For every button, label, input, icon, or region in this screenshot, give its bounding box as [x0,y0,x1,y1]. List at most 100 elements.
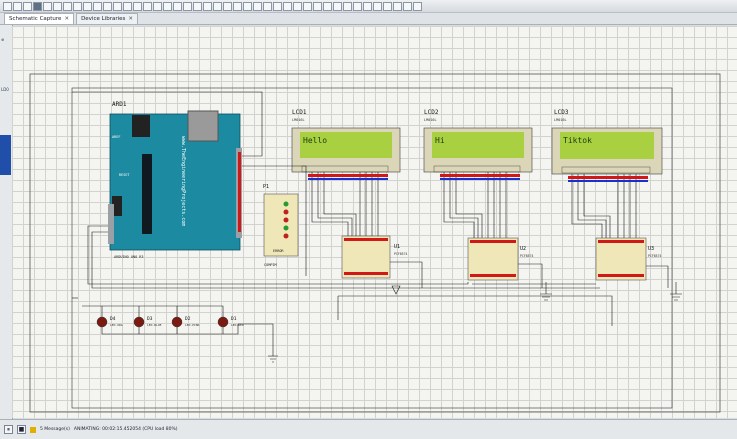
mcu-chip [142,154,152,234]
power-jack [187,110,219,142]
block-copy-icon[interactable] [243,1,252,11]
ic-part: PCF8574 [394,252,408,256]
close-icon[interactable]: ✕ [64,16,69,22]
pick-device-icon[interactable] [283,1,292,11]
aref-label: AREF [112,135,120,139]
close-icon[interactable]: ✕ [128,16,133,22]
schematic-canvas[interactable]: ARD1 RESET AREF www.TheEngineeringProjec… [12,26,737,418]
copy-icon[interactable] [223,1,232,11]
refresh-icon[interactable] [113,1,122,11]
ic-u3[interactable]: U3 PCF8574 [595,237,662,281]
ic-body [341,235,391,279]
brand-text: www.TheEngineeringProjects.com [180,136,186,226]
zoom-area-icon[interactable] [183,1,192,11]
exit-to-parent-icon[interactable] [383,1,392,11]
new-file-icon[interactable] [3,1,12,11]
compim-footer: ERROR [273,249,284,253]
lcd-part: LM016L [292,118,305,122]
property-icon[interactable] [343,1,352,11]
wire-autorouter-icon[interactable] [323,1,332,11]
origin-icon[interactable] [133,1,142,11]
ic-body [595,237,647,281]
print-icon[interactable] [53,1,62,11]
arduino-footer: ARDUINO UNO R3 [114,255,144,259]
lcd-ref: LCD1 [292,109,307,116]
home-icon[interactable] [83,1,92,11]
arduino-board [109,113,241,251]
compim-led-red [283,233,289,239]
decompose-icon[interactable] [313,1,322,11]
ic-body [467,237,519,281]
cut-icon[interactable] [213,1,222,11]
new-sheet-icon[interactable] [363,1,372,11]
arduino-uno[interactable]: ARD1 RESET AREF www.TheEngineeringProjec… [108,101,242,259]
pan-icon[interactable] [143,1,152,11]
undo-icon[interactable] [193,1,202,11]
led-ref: D1 [231,316,237,322]
pause-button[interactable]: ⏸ [4,425,13,434]
sidebar-top-label: ⊕ [1,37,5,42]
ic-ref: U3 [648,246,654,252]
import-icon[interactable] [33,1,42,11]
ic-ref: U2 [520,246,526,252]
ic-u1[interactable]: U1 PCF8574 [341,235,408,279]
led-ref: D4 [110,316,116,322]
led-part: LED-ORG [110,323,123,327]
compim-ref: P1 [263,184,269,190]
led-ref: D2 [185,316,191,322]
lcd-part: LM016L [424,118,437,122]
compim-led-green [283,201,289,207]
stop-button[interactable]: ■ [17,425,26,434]
main-toolbar [0,0,737,13]
schematic-drawing: ARD1 RESET AREF www.TheEngineeringProjec… [29,73,721,413]
design-explorer-icon[interactable] [353,1,362,11]
ic-u2[interactable]: U2 PCF8574 [467,237,534,281]
area-icon[interactable] [63,1,72,11]
reset-label: RESET [119,173,130,177]
lcd-2[interactable]: LCD2 LM016L Hi [423,109,533,173]
paste-icon[interactable] [233,1,242,11]
block-move-icon[interactable] [253,1,262,11]
lcd-part: LM016L [554,118,567,122]
block-rotate-icon[interactable] [263,1,272,11]
led-d2[interactable]: D2 LED-PINK [171,316,200,328]
netlist-icon[interactable] [413,1,422,11]
redo-icon[interactable] [203,1,212,11]
block-delete-icon[interactable] [273,1,282,11]
erc-icon[interactable] [403,1,412,11]
led-ref: D3 [147,316,153,322]
compim-connector[interactable]: P1 ERROR COMPIM [263,184,299,267]
led-d4[interactable]: D4 LED-ORG [96,316,123,328]
led-d3[interactable]: D3 LED-BLUE [133,316,162,328]
led-d1[interactable]: D1 LED-RED [217,316,244,328]
message-count[interactable]: 5 Message(s) [40,427,70,432]
tab-device-libraries[interactable]: Device Libraries ✕ [76,13,138,24]
export-icon[interactable] [43,1,52,11]
lcd-3[interactable]: LCD3 LM016L Tiktok [551,109,663,175]
compim-led-green [283,225,289,231]
sidebar-scrollbar[interactable] [0,135,11,175]
lcd-text: Hi [435,136,445,145]
zoom-all-icon[interactable] [173,1,182,11]
help-icon[interactable] [73,1,82,11]
open-file-icon[interactable] [13,1,22,11]
compim-led-red [283,217,289,223]
save-icon[interactable] [23,1,32,11]
lcd-1[interactable]: LCD1 LM016L Hello [291,109,401,173]
grid-icon[interactable] [123,1,132,11]
pcb-icon[interactable] [103,1,112,11]
make-device-icon[interactable] [293,1,302,11]
zoom-out-icon[interactable] [163,1,172,11]
lcd-text: Tiktok [563,136,592,145]
ground-symbols [238,282,682,363]
tab-schematic-capture[interactable]: Schematic Capture ✕ [4,13,75,24]
ic-ref: U1 [394,244,400,250]
bom-icon[interactable] [393,1,402,11]
zoom-in-icon[interactable] [153,1,162,11]
compim-body [263,193,299,257]
packaging-icon[interactable] [303,1,312,11]
search-icon[interactable] [333,1,342,11]
remove-sheet-icon[interactable] [373,1,382,11]
status-bar: ⏸ ■ 5 Message(s) ANIMATING: 00:02:15.452… [0,419,737,439]
schematic-icon[interactable] [93,1,102,11]
